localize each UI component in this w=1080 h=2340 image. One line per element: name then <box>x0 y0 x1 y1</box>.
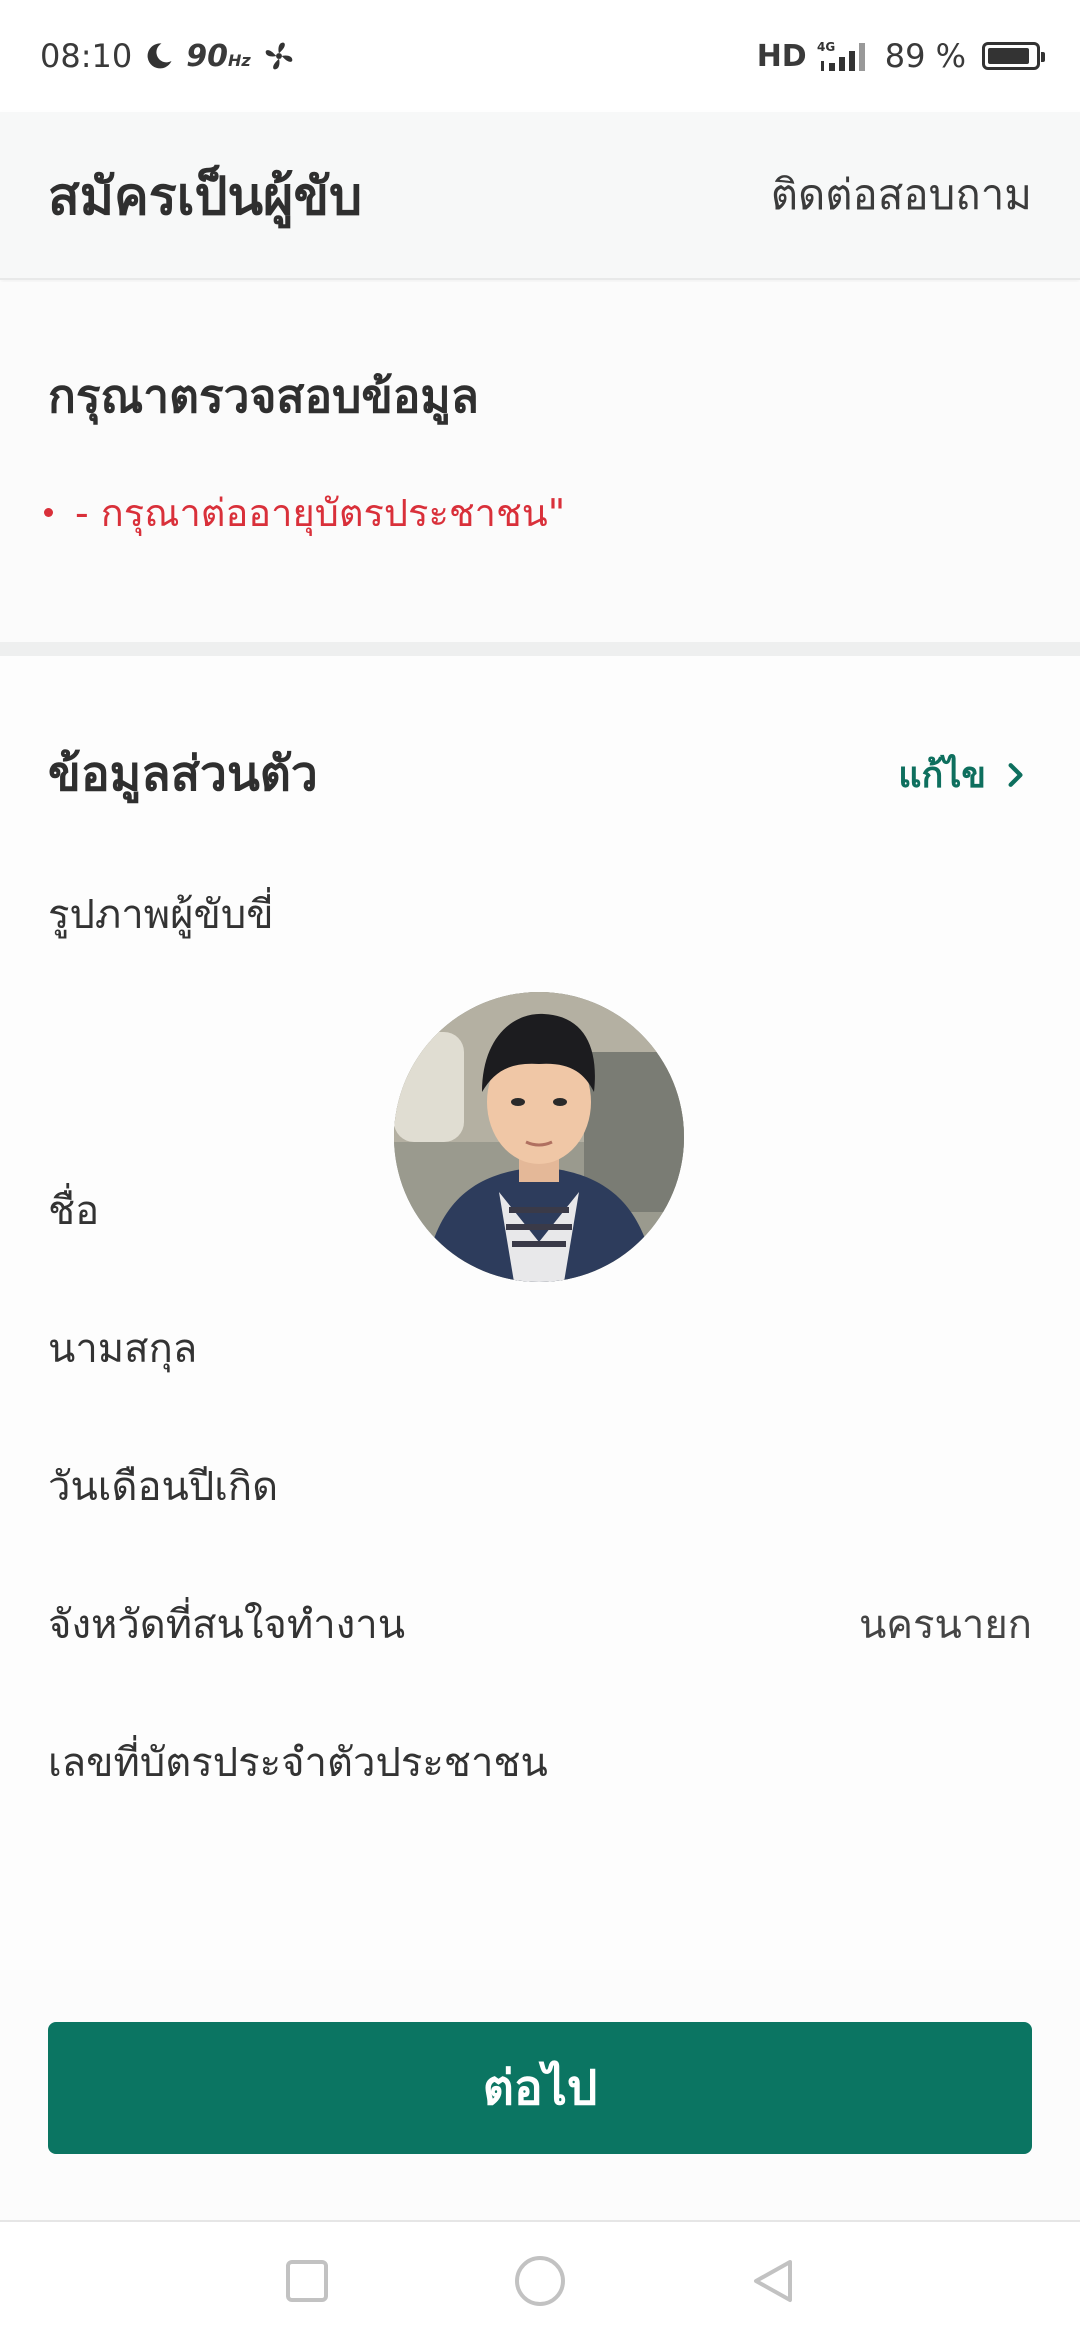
signal-icon: 4G <box>817 40 865 71</box>
hd-indicator: HD <box>756 38 807 74</box>
section-divider <box>0 642 1080 656</box>
personal-info-title: ข้อมูลส่วนตัว <box>48 746 318 802</box>
personal-info-section: ข้อมูลส่วนตัว แก้ไข รูปภาพผู้ขับขี่ ชื่อ… <box>0 656 1080 1996</box>
verification-message: - กรุณาต่ออายุบัตรประชาชน" <box>44 482 565 543</box>
battery-icon <box>982 42 1045 70</box>
edit-button[interactable]: แก้ไข <box>898 746 1028 803</box>
info-row-last-name: นามสกุล <box>48 1316 1032 1380</box>
bullet-icon <box>44 508 53 517</box>
app-screen: 08:10 90Hz HD 4G 89 % สมัครเป็นผู้ขับ ติ… <box>0 0 1080 2340</box>
verification-message-text: - กรุณาต่ออายุบัตรประชาชน" <box>75 491 566 535</box>
contact-link[interactable]: ติดต่อสอบถาม <box>771 162 1032 228</box>
verification-section: กรุณาตรวจสอบข้อมูล - กรุณาต่ออายุบัตรประ… <box>0 282 1080 642</box>
moon-icon <box>147 43 172 69</box>
back-icon <box>754 2260 793 2302</box>
last-name-label: นามสกุล <box>48 1326 198 1372</box>
verification-title: กรุณาตรวจสอบข้อมูล <box>48 369 479 423</box>
next-button[interactable]: ต่อไป <box>48 2022 1032 2154</box>
chevron-right-icon <box>1008 762 1023 787</box>
refresh-rate: 90Hz <box>186 38 251 74</box>
status-bar: 08:10 90Hz HD 4G 89 % <box>0 0 1080 112</box>
province-value: นครนายก <box>858 1602 1032 1648</box>
driver-photo-label: รูปภาพผู้ขับขี่ <box>48 892 274 938</box>
info-row-first-name: ชื่อ <box>48 1178 1032 1242</box>
recent-apps-icon <box>285 2260 328 2302</box>
edit-label: แก้ไข <box>898 755 986 796</box>
svg-text:4G: 4G <box>817 40 835 54</box>
info-row-id-card: เลขที่บัตรประจำตัวประชาชน <box>48 1730 1032 1794</box>
info-row-birthdate: วันเดือนปีเกิด <box>48 1454 1032 1518</box>
birthdate-label: วันเดือนปีเกิด <box>48 1464 279 1510</box>
recent-apps-button[interactable] <box>277 2251 337 2311</box>
system-nav-bar <box>0 2220 1080 2340</box>
status-time: 08:10 <box>40 37 133 75</box>
page-title: สมัครเป็นผู้ขับ <box>48 166 363 227</box>
footer: ต่อไป <box>0 1970 1080 2220</box>
id-card-label: เลขที่บัตรประจำตัวประชาชน <box>48 1740 548 1786</box>
first-name-label: ชื่อ <box>48 1188 100 1234</box>
home-icon <box>514 2256 565 2306</box>
home-button[interactable] <box>510 2251 570 2311</box>
battery-percent: 89 % <box>884 37 966 75</box>
province-label: จังหวัดที่สนใจทำงาน <box>48 1602 406 1648</box>
battery-fill <box>988 48 1029 64</box>
info-row-province: จังหวัดที่สนใจทำงาน นครนายก <box>48 1592 1032 1656</box>
back-button[interactable] <box>743 2251 803 2311</box>
fan-icon <box>265 42 293 70</box>
app-header: สมัครเป็นผู้ขับ ติดต่อสอบถาม <box>0 112 1080 280</box>
